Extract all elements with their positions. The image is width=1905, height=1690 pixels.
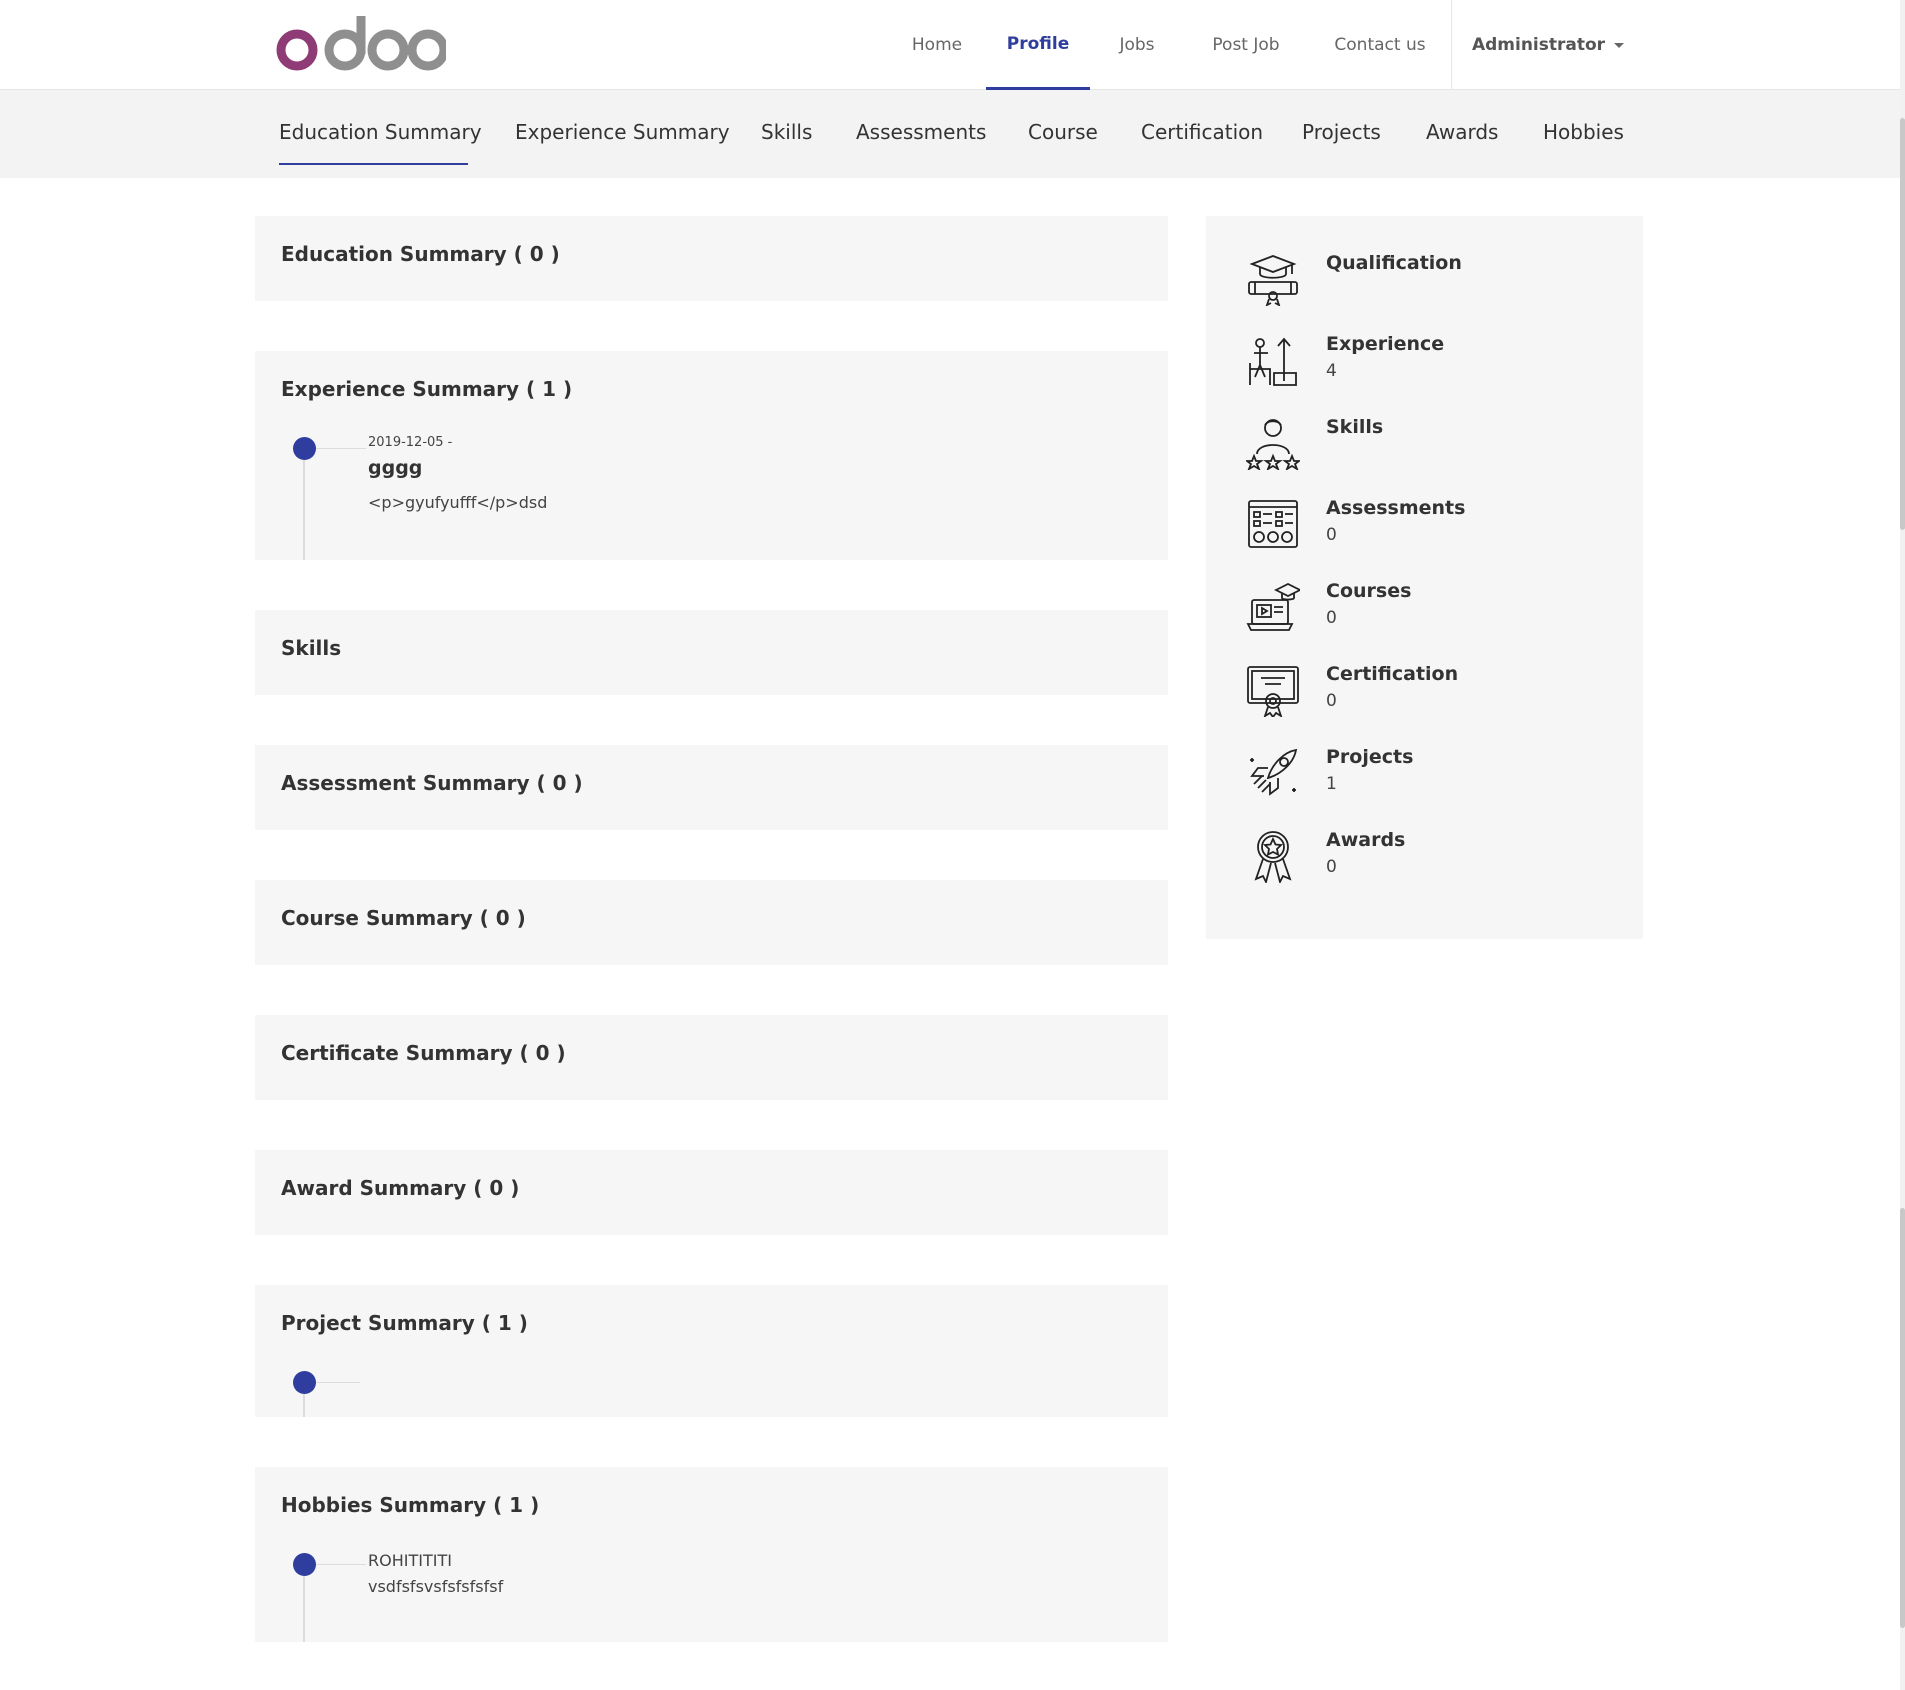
experience-title: gggg [368, 457, 423, 479]
nav-jobs[interactable]: Jobs [1100, 0, 1174, 90]
stat-label: Courses [1326, 580, 1412, 602]
tab-awards[interactable]: Awards [1426, 90, 1498, 165]
hobby-description: vsdfsfsvsfsfsfsfsf [368, 1577, 504, 1596]
assessment-summary-title: Assessment Summary ( 0 ) [281, 771, 583, 795]
stat-qualification[interactable]: Qualification [1246, 252, 1626, 322]
hobbies-summary-title: Hobbies Summary ( 1 ) [281, 1493, 540, 1517]
hobby-name: ROHITITITI [368, 1551, 452, 1570]
certificate-icon [1247, 666, 1299, 717]
medal-icon [1254, 831, 1292, 883]
certificate-summary-title: Certificate Summary ( 0 ) [281, 1041, 566, 1065]
timeline-dot [293, 437, 316, 460]
stat-label: Projects [1326, 746, 1414, 768]
online-course-icon [1246, 582, 1300, 631]
stat-count: 0 [1326, 691, 1337, 711]
stat-count: 0 [1326, 608, 1337, 628]
nav-profile[interactable]: Profile [986, 0, 1090, 90]
stat-label: Certification [1326, 663, 1459, 685]
stat-count: 4 [1326, 361, 1337, 381]
checklist-board-icon [1248, 500, 1298, 548]
stat-count: 1 [1326, 774, 1337, 794]
stat-assessments[interactable]: Assessments 0 [1246, 497, 1626, 567]
course-summary-card: Course Summary ( 0 ) [255, 880, 1168, 965]
timeline-connector [316, 1564, 366, 1565]
education-summary-card: Education Summary ( 0 ) [255, 216, 1168, 301]
skills-title: Skills [281, 636, 342, 660]
profile-tabs-bar: Education Summary Experience Summary Ski… [0, 90, 1900, 178]
timeline-line [303, 447, 305, 560]
award-summary-title: Award Summary ( 0 ) [281, 1176, 520, 1200]
stat-awards[interactable]: Awards 0 [1246, 829, 1626, 899]
stat-projects[interactable]: Projects 1 [1246, 746, 1626, 816]
timeline-dot [293, 1371, 316, 1394]
experience-summary-title: Experience Summary ( 1 ) [281, 377, 573, 401]
odoo-logo[interactable]: odoo [276, 12, 446, 72]
scrollbar-thumb[interactable] [1900, 118, 1905, 530]
scrollbar-thumb-lower[interactable] [1900, 1208, 1905, 1628]
timeline-dot [293, 1553, 316, 1576]
timeline-connector [316, 1382, 360, 1383]
experience-description: <p>gyufyufff</p>dsd [368, 493, 548, 512]
profile-stats-sidebar: Qualification Experience 4 Skills Assess… [1206, 216, 1643, 939]
course-summary-title: Course Summary ( 0 ) [281, 906, 526, 930]
page-scrollbar[interactable] [1900, 0, 1905, 1690]
nav-home[interactable]: Home [894, 0, 980, 90]
tab-hobbies[interactable]: Hobbies [1543, 90, 1624, 165]
person-stars-icon [1246, 419, 1300, 470]
tab-certification[interactable]: Certification [1141, 90, 1263, 165]
award-summary-card: Award Summary ( 0 ) [255, 1150, 1168, 1235]
nav-divider [1451, 0, 1452, 90]
tab-projects[interactable]: Projects [1302, 90, 1381, 165]
assessment-summary-card: Assessment Summary ( 0 ) [255, 745, 1168, 830]
user-menu-dropdown[interactable]: Administrator [1458, 0, 1638, 90]
education-summary-title: Education Summary ( 0 ) [281, 242, 560, 266]
stat-certification[interactable]: Certification 0 [1246, 663, 1626, 733]
rocket-icon [1250, 748, 1298, 796]
certificate-summary-card: Certificate Summary ( 0 ) [255, 1015, 1168, 1100]
nav-contact-us[interactable]: Contact us [1318, 0, 1442, 90]
graduation-cap-icon [1248, 255, 1298, 306]
tab-skills[interactable]: Skills [761, 90, 812, 165]
stat-label: Skills [1326, 416, 1384, 438]
stat-courses[interactable]: Courses 0 [1246, 580, 1626, 650]
stat-count: 0 [1326, 525, 1337, 545]
nav-post-job[interactable]: Post Job [1194, 0, 1298, 90]
hobbies-summary-card: Hobbies Summary ( 1 ) ROHITITITI vsdfsfs… [255, 1467, 1168, 1642]
tab-assessments[interactable]: Assessments [856, 90, 986, 165]
tab-course[interactable]: Course [1028, 90, 1098, 165]
stat-skills[interactable]: Skills [1246, 416, 1626, 486]
stat-label: Qualification [1326, 252, 1462, 274]
stat-label: Assessments [1326, 497, 1466, 519]
stat-experience[interactable]: Experience 4 [1246, 333, 1626, 403]
user-name: Administrator [1471, 35, 1606, 55]
experience-date: 2019-12-05 - [368, 435, 453, 450]
timeline-connector [316, 448, 366, 449]
stat-count: 0 [1326, 857, 1337, 877]
tab-experience-summary[interactable]: Experience Summary [515, 90, 730, 165]
experience-summary-card: Experience Summary ( 1 ) 2019-12-05 - gg… [255, 351, 1168, 560]
stat-label: Experience [1326, 333, 1445, 355]
project-summary-title: Project Summary ( 1 ) [281, 1311, 528, 1335]
project-summary-card: Project Summary ( 1 ) [255, 1285, 1168, 1417]
caret-down-icon [1614, 42, 1625, 48]
career-growth-icon [1249, 337, 1297, 386]
tab-education-summary[interactable]: Education Summary [279, 90, 482, 165]
skills-card: Skills [255, 610, 1168, 695]
top-navbar: odoo Home Profile Jobs Post Job Contact … [0, 0, 1900, 90]
stat-label: Awards [1326, 829, 1406, 851]
